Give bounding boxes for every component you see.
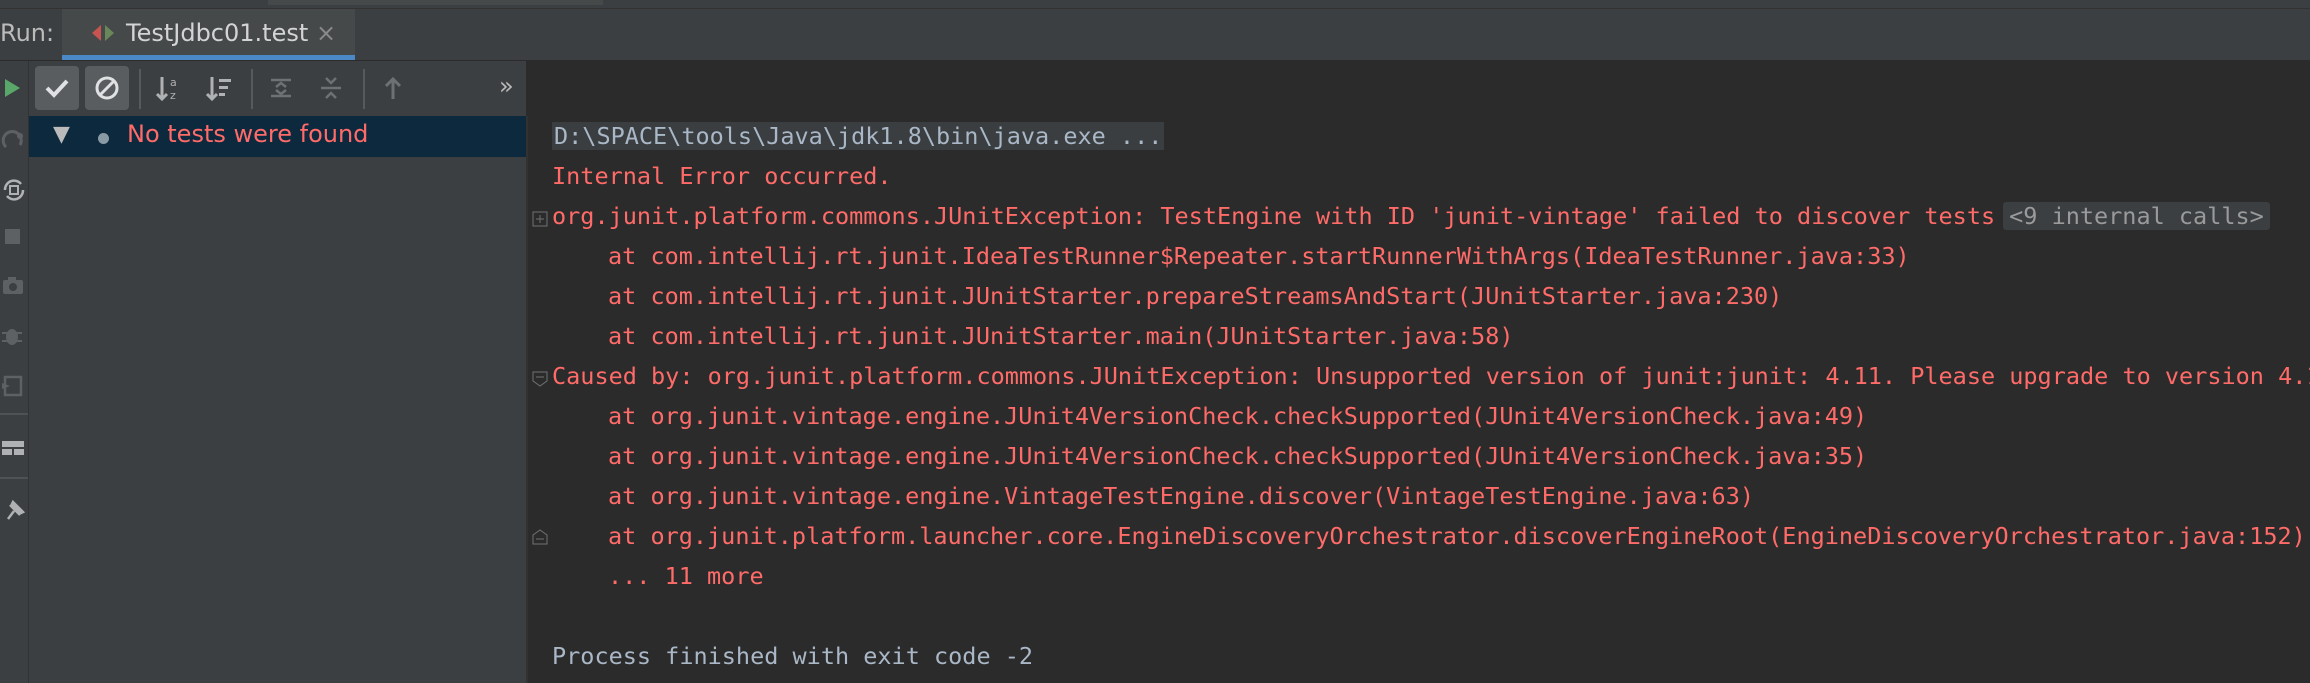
fold-collapse-icon[interactable] xyxy=(532,371,548,387)
run-left-toolbar xyxy=(0,61,29,683)
close-tab-icon[interactable]: × xyxy=(316,19,336,47)
more-actions-icon[interactable]: » xyxy=(499,72,514,100)
toolbar-separator xyxy=(363,69,365,109)
collapse-all-button[interactable] xyxy=(309,66,353,110)
expand-arrow-icon[interactable]: ▼ xyxy=(53,122,70,147)
sort-alpha-icon: az xyxy=(155,76,177,102)
rerun-failed-icon[interactable] xyxy=(0,123,28,157)
toolbar-separator xyxy=(251,69,253,109)
console-line: org.junit.platform.commons.JUnitExceptio… xyxy=(552,196,2270,236)
camera-icon[interactable] xyxy=(0,269,28,303)
toggle-autotest-icon[interactable] xyxy=(0,173,28,207)
test-status-icon xyxy=(98,133,109,144)
fold-end-icon[interactable] xyxy=(532,529,548,545)
stack-trace-line[interactable]: at org.junit.vintage.engine.JUnit4Versio… xyxy=(608,396,1867,436)
show-passed-icon xyxy=(45,79,69,98)
expand-all-icon xyxy=(271,78,291,98)
console-line: ... 11 more xyxy=(608,562,764,590)
sort-duration-icon xyxy=(205,77,231,102)
test-tree-panel: ▼ No tests were found xyxy=(29,116,528,683)
sort-duration-button[interactable] xyxy=(197,66,241,110)
fold-expand-icon[interactable] xyxy=(532,211,548,227)
test-config-icon xyxy=(92,25,114,41)
active-tab-indicator xyxy=(62,55,355,60)
test-results-toolbar: az » xyxy=(29,61,526,116)
stack-trace-line[interactable]: at org.junit.vintage.engine.JUnit4Versio… xyxy=(608,436,1867,476)
run-tab-bar: Run: TestJdbc01.test × xyxy=(0,9,2310,61)
internal-calls-fold[interactable]: <9 internal calls> xyxy=(2003,202,2270,230)
editor-tab-remnant[interactable] xyxy=(268,0,603,5)
rerun-icon[interactable] xyxy=(0,71,28,105)
collapse-all-icon xyxy=(321,77,341,99)
exit-icon[interactable] xyxy=(0,369,28,403)
stop-icon[interactable] xyxy=(0,219,28,253)
toolbar-separator xyxy=(0,477,28,479)
stack-trace-line[interactable]: at org.junit.vintage.engine.VintageTestE… xyxy=(608,476,1754,516)
show-passed-button[interactable] xyxy=(35,66,79,110)
layout-icon[interactable] xyxy=(0,431,28,465)
previous-failed-icon xyxy=(384,76,402,99)
svg-text:a: a xyxy=(170,76,177,89)
stack-trace-line[interactable]: at com.intellij.rt.junit.IdeaTestRunner$… xyxy=(608,236,1910,276)
java-command[interactable]: D:\SPACE\tools\Java\jdk1.8\bin\java.exe … xyxy=(552,122,1165,150)
stack-trace-line[interactable]: at org.junit.platform.launcher.core.Engi… xyxy=(608,516,2306,556)
show-ignored-icon xyxy=(95,76,119,100)
console-output[interactable]: D:\SPACE\tools\Java\jdk1.8\bin\java.exe … xyxy=(528,116,2310,683)
editor-tab-strip xyxy=(0,0,2310,9)
stack-trace-line[interactable]: at com.intellij.rt.junit.JUnitStarter.ma… xyxy=(608,316,1513,356)
console-line: Caused by: org.junit.platform.commons.JU… xyxy=(552,362,2310,390)
toolbar-separator xyxy=(139,69,141,109)
toolbar-separator xyxy=(0,413,28,415)
exit-message: Process finished with exit code -2 xyxy=(552,642,1034,670)
debug-settings-icon[interactable] xyxy=(0,319,28,353)
test-tree-root-label: No tests were found xyxy=(127,120,369,148)
show-ignored-button[interactable] xyxy=(85,66,129,110)
run-label: Run: xyxy=(0,19,55,47)
run-tab-title: TestJdbc01.test xyxy=(126,19,309,47)
stack-trace-line[interactable]: at com.intellij.rt.junit.JUnitStarter.pr… xyxy=(608,276,1782,316)
sort-alpha-button[interactable]: az xyxy=(147,66,191,110)
console-line: Internal Error occurred. xyxy=(552,162,892,190)
svg-text:z: z xyxy=(170,89,176,102)
expand-all-button[interactable] xyxy=(259,66,303,110)
exception-text: org.junit.platform.commons.JUnitExceptio… xyxy=(552,202,1996,230)
console-command-line[interactable]: D:\SPACE\tools\Java\jdk1.8\bin\java.exe … xyxy=(552,116,1165,156)
pin-icon[interactable] xyxy=(0,493,28,527)
test-tree-root[interactable]: ▼ No tests were found xyxy=(29,116,526,157)
previous-failed-button[interactable] xyxy=(371,66,415,110)
run-config-tab[interactable]: TestJdbc01.test × xyxy=(62,9,355,60)
